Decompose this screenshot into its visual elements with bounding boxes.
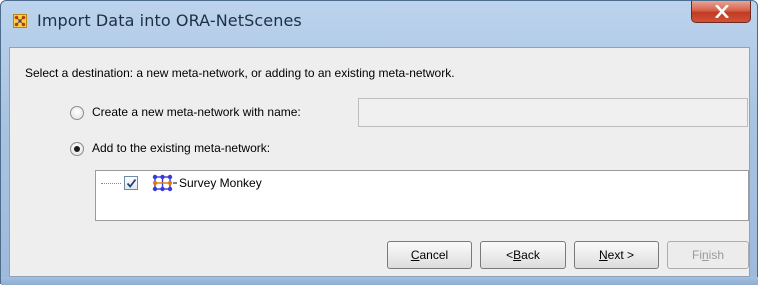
checkmark-icon (126, 178, 137, 188)
existing-meta-network-radio[interactable] (70, 142, 84, 156)
existing-meta-network-label[interactable]: Add to the existing meta-network: (92, 141, 270, 155)
new-meta-network-label[interactable]: Create a new meta-network with name: (92, 105, 301, 119)
next-button[interactable]: Next > (574, 241, 659, 269)
tree-item-label: Survey Monkey (179, 176, 262, 190)
dialog-window: Import Data into ORA-NetScenes Select a … (0, 0, 758, 285)
finish-button[interactable]: Fi n ish (667, 241, 749, 269)
meta-network-name-input[interactable] (358, 98, 748, 127)
cancel-button[interactable]: Cancel (387, 241, 472, 269)
meta-network-tree[interactable]: Survey Monkey (95, 170, 749, 221)
close-button[interactable] (691, 1, 751, 23)
tree-item-checkbox[interactable] (124, 176, 138, 190)
instruction-text: Select a destination: a new meta-network… (25, 66, 455, 80)
window-title: Import Data into ORA-NetScenes (37, 11, 302, 30)
title-bar[interactable]: Import Data into ORA-NetScenes (1, 1, 757, 47)
new-meta-network-radio[interactable] (70, 106, 84, 120)
tree-connector (101, 183, 121, 184)
back-button[interactable]: < Back (480, 241, 566, 269)
close-icon (715, 5, 729, 18)
meta-network-icon (152, 174, 178, 195)
ora-network-icon (13, 14, 27, 28)
